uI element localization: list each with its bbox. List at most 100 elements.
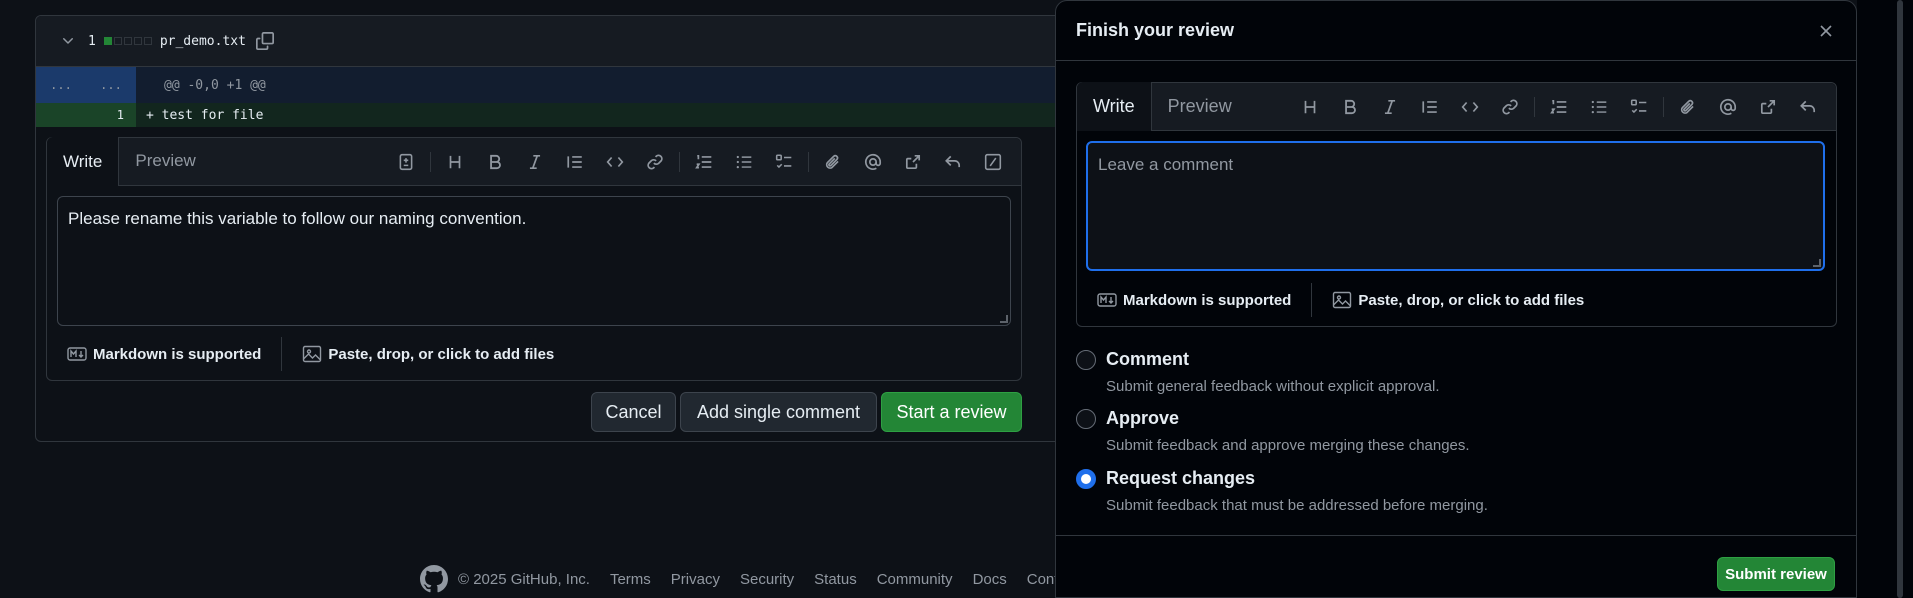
- footer-link-docs[interactable]: Docs: [973, 571, 1007, 588]
- resize-handle[interactable]: [1000, 315, 1008, 323]
- attach-files-link[interactable]: Paste, drop, or click to add files: [1322, 291, 1594, 309]
- copyright: © 2025 GitHub, Inc.: [458, 570, 590, 588]
- markdown-label: Markdown is supported: [93, 345, 262, 363]
- inline-comment-form: Write Preview Please rename this variabl…: [46, 137, 1022, 381]
- review-tab-write[interactable]: Write: [1077, 82, 1152, 131]
- ordered-list-icon[interactable]: [1539, 91, 1579, 123]
- unordered-list-icon[interactable]: [724, 146, 764, 178]
- task-list-icon[interactable]: [764, 146, 804, 178]
- link-icon[interactable]: [635, 146, 675, 178]
- review-comment-editor: Write Preview Leave a comment Markdown i…: [1076, 82, 1837, 327]
- scrollbar[interactable]: [1897, 0, 1903, 598]
- heading-icon[interactable]: [1290, 91, 1330, 123]
- option-description: Submit feedback that must be addressed b…: [1106, 497, 1488, 514]
- unordered-list-icon[interactable]: [1579, 91, 1619, 123]
- option-label: Approve: [1106, 408, 1180, 428]
- attach-icon[interactable]: [813, 146, 853, 178]
- attach-label: Paste, drop, or click to add files: [1358, 291, 1585, 309]
- option-label: Comment: [1106, 349, 1190, 369]
- mention-icon[interactable]: [1708, 91, 1748, 123]
- tab-preview[interactable]: Preview: [119, 137, 211, 185]
- add-single-comment-button[interactable]: Add single comment: [680, 392, 877, 432]
- dialog-footer-divider: [1056, 535, 1856, 536]
- file-header: 1 pr_demo.txt: [36, 16, 1082, 67]
- italic-icon[interactable]: [1370, 91, 1410, 123]
- review-tab-preview[interactable]: Preview: [1152, 82, 1248, 130]
- suggestion-icon[interactable]: [386, 146, 426, 178]
- footer-link-privacy[interactable]: Privacy: [671, 571, 720, 588]
- cross-reference-icon[interactable]: [1748, 91, 1788, 123]
- submit-review-button[interactable]: Submit review: [1717, 557, 1835, 591]
- new-line-number[interactable]: 1: [86, 103, 136, 127]
- review-tabbar: Write Preview: [1077, 82, 1836, 131]
- close-icon[interactable]: [1818, 23, 1834, 39]
- hunk-header-row: ... ... @@ -0,0 +1 @@: [36, 67, 1082, 103]
- resize-handle[interactable]: [1813, 259, 1821, 267]
- finish-review-dialog: Finish your review Write Preview Leave a…: [1055, 0, 1857, 598]
- review-comment-placeholder: Leave a comment: [1098, 155, 1234, 174]
- file-name[interactable]: pr_demo.txt: [160, 34, 246, 49]
- dialog-title: Finish your review: [1056, 1, 1856, 61]
- start-review-button[interactable]: Start a review: [881, 392, 1022, 432]
- slash-commands-icon[interactable]: [973, 146, 1013, 178]
- copy-icon[interactable]: [255, 32, 274, 50]
- ordered-list-icon[interactable]: [684, 146, 724, 178]
- code-icon[interactable]: [1450, 91, 1490, 123]
- footer-link-community[interactable]: Community: [877, 571, 953, 588]
- cancel-button[interactable]: Cancel: [591, 392, 676, 432]
- review-editor-footer: Markdown is supported Paste, drop, or cl…: [1087, 282, 1594, 318]
- radio-comment[interactable]: [1076, 349, 1096, 370]
- expand-new[interactable]: ...: [86, 67, 136, 103]
- image-icon: [303, 345, 322, 363]
- change-count: 1: [88, 33, 96, 49]
- markdown-icon: [1097, 293, 1117, 307]
- chevron-down-icon[interactable]: [60, 33, 76, 49]
- old-line-number: [36, 103, 86, 127]
- comment-text: Please rename this variable to follow ou…: [68, 209, 527, 228]
- comment-tabbar: Write Preview: [47, 137, 1021, 186]
- task-list-icon[interactable]: [1619, 91, 1659, 123]
- link-icon[interactable]: [1490, 91, 1530, 123]
- italic-icon[interactable]: [515, 146, 555, 178]
- reply-icon[interactable]: [933, 146, 973, 178]
- review-option-approve[interactable]: Approve Submit feedback and approve merg…: [1076, 408, 1470, 454]
- page-footer: © 2025 GitHub, Inc. Terms Privacy Securi…: [420, 565, 1087, 593]
- option-description: Submit general feedback without explicit…: [1106, 378, 1440, 395]
- expand-old[interactable]: ...: [36, 67, 86, 103]
- diffstat: [103, 37, 152, 45]
- footer-link-status[interactable]: Status: [814, 571, 857, 588]
- review-option-request-changes[interactable]: Request changes Submit feedback that mus…: [1076, 468, 1488, 514]
- bold-icon[interactable]: [1330, 91, 1370, 123]
- option-description: Submit feedback and approve merging thes…: [1106, 437, 1470, 454]
- quote-icon[interactable]: [1410, 91, 1450, 123]
- footer-link-terms[interactable]: Terms: [610, 571, 651, 588]
- added-line-code: + test for file: [146, 107, 264, 123]
- reply-icon[interactable]: [1788, 91, 1828, 123]
- github-logo-icon[interactable]: [420, 565, 448, 593]
- heading-icon[interactable]: [435, 146, 475, 178]
- code-icon[interactable]: [595, 146, 635, 178]
- markdown-icon: [67, 347, 87, 361]
- mention-icon[interactable]: [853, 146, 893, 178]
- markdown-link[interactable]: Markdown is supported: [1087, 291, 1301, 309]
- markdown-label: Markdown is supported: [1123, 291, 1292, 309]
- footer-link-security[interactable]: Security: [740, 571, 794, 588]
- attach-icon[interactable]: [1668, 91, 1708, 123]
- markdown-toolbar: [386, 138, 1013, 186]
- quote-icon[interactable]: [555, 146, 595, 178]
- tab-write[interactable]: Write: [47, 137, 120, 186]
- comment-textarea[interactable]: Please rename this variable to follow ou…: [57, 196, 1011, 326]
- added-line-row: 1 + test for file: [36, 103, 1082, 127]
- review-comment-textarea[interactable]: Leave a comment: [1086, 141, 1825, 271]
- attach-files-link[interactable]: Paste, drop, or click to add files: [292, 345, 564, 363]
- attach-label: Paste, drop, or click to add files: [328, 345, 555, 363]
- bold-icon[interactable]: [475, 146, 515, 178]
- radio-request-changes[interactable]: [1076, 468, 1096, 489]
- review-option-comment[interactable]: Comment Submit general feedback without …: [1076, 349, 1440, 395]
- markdown-link[interactable]: Markdown is supported: [57, 345, 271, 363]
- cross-reference-icon[interactable]: [893, 146, 933, 178]
- right-edge: [1857, 0, 1913, 598]
- option-label: Request changes: [1106, 468, 1256, 488]
- diff-file: 1 pr_demo.txt ... ... @@ -0,0 +1 @@ 1 + …: [35, 15, 1083, 442]
- radio-approve[interactable]: [1076, 408, 1096, 429]
